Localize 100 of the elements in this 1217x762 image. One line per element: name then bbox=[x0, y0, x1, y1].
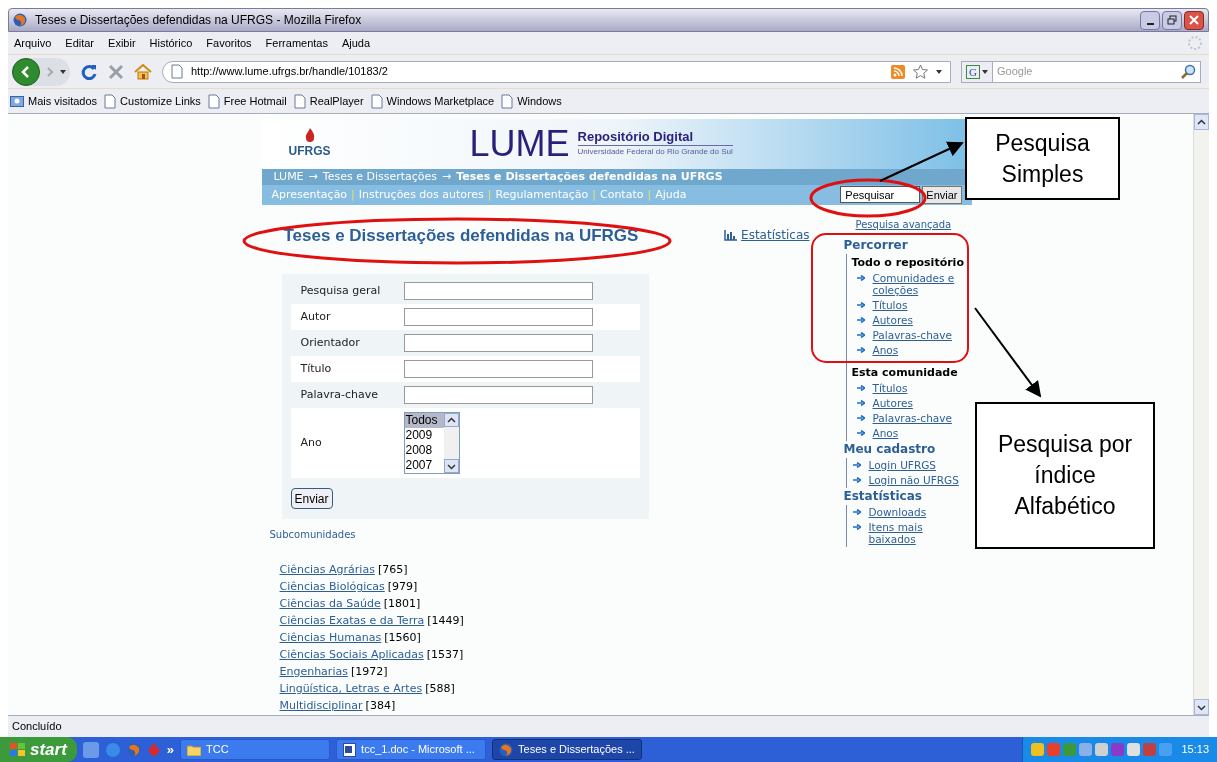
bookmark-link[interactable]: Mais visitados bbox=[28, 92, 98, 110]
bar-chart-icon bbox=[724, 229, 738, 241]
subcommunity-link[interactable]: Ciências Humanas bbox=[279, 630, 382, 647]
taskbar-button[interactable]: TCC bbox=[180, 739, 331, 760]
item-count: [384] bbox=[365, 698, 396, 715]
sidebar-link[interactable]: Autores bbox=[872, 312, 913, 328]
sidebar-link[interactable]: Títulos bbox=[872, 380, 908, 396]
list-option[interactable]: Todos bbox=[404, 413, 444, 428]
text-field[interactable] bbox=[403, 282, 593, 300]
page-icon bbox=[171, 64, 183, 79]
scrollbar[interactable] bbox=[443, 413, 459, 473]
caret-icon[interactable] bbox=[982, 69, 988, 74]
flame-icon bbox=[303, 127, 316, 142]
search-icon[interactable] bbox=[1181, 64, 1196, 79]
taskbar-button[interactable]: Teses e Dissertações ... bbox=[492, 739, 643, 760]
restore-button[interactable] bbox=[1162, 10, 1182, 30]
statistics-link[interactable]: Estatísticas bbox=[741, 226, 810, 245]
scrollbar[interactable] bbox=[1193, 114, 1209, 715]
search-submit-button[interactable]: Enviar bbox=[922, 185, 962, 204]
sidebar-link[interactable]: Autores bbox=[872, 395, 913, 411]
caret-icon[interactable] bbox=[936, 69, 942, 74]
year-listbox[interactable]: Todos 2009 2008 2007 bbox=[403, 412, 460, 474]
arrow-icon bbox=[852, 461, 861, 468]
star-icon[interactable] bbox=[913, 64, 928, 79]
text-field[interactable] bbox=[403, 386, 593, 404]
reload-icon[interactable] bbox=[80, 62, 98, 81]
sidebar-link[interactable]: Palavras-chave bbox=[872, 410, 952, 426]
item-count: [1449] bbox=[427, 613, 464, 630]
menu-item[interactable]: Ajuda bbox=[341, 34, 371, 52]
bookmark-link[interactable]: RealPlayer bbox=[309, 92, 364, 110]
back-button[interactable] bbox=[12, 57, 40, 86]
subcommunity-link[interactable]: Lingüística, Letras e Artes bbox=[279, 681, 423, 698]
menu-item[interactable]: Editar bbox=[65, 34, 95, 52]
sidebar-link[interactable]: Downloads bbox=[868, 504, 927, 520]
bookmark-link[interactable]: Windows bbox=[517, 92, 562, 110]
sidebar-heading: Percorrer bbox=[842, 236, 909, 254]
close-button[interactable] bbox=[1184, 10, 1204, 30]
menu-item[interactable]: Histórico bbox=[149, 34, 193, 52]
arrow-icon bbox=[852, 476, 861, 483]
sidebar-link[interactable]: Anos bbox=[872, 425, 899, 441]
arrow-icon bbox=[856, 316, 865, 323]
minimize-button[interactable] bbox=[1140, 10, 1160, 30]
search-box[interactable]: G Google bbox=[961, 60, 1201, 83]
subcommunity-link[interactable]: Ciências da Saúde bbox=[279, 596, 381, 613]
site-subtitle: Universidade Federal do Rio Grande do Sul bbox=[577, 146, 733, 159]
stop-icon[interactable] bbox=[108, 63, 124, 80]
address-bar[interactable]: http://www.lume.ufrgs.br/handle/10183/2 bbox=[162, 60, 951, 83]
submit-button[interactable]: Enviar bbox=[290, 488, 333, 509]
search-input[interactable]: Google bbox=[993, 63, 1181, 80]
tray-icon[interactable] bbox=[1127, 743, 1141, 756]
text-field[interactable] bbox=[403, 360, 593, 378]
subcommunity-link[interactable]: Multidisciplinar bbox=[279, 698, 363, 715]
sidebar-link[interactable]: Títulos bbox=[872, 297, 908, 313]
subcommunity-link[interactable]: Ciências Exatas e da Terra bbox=[279, 613, 425, 630]
menu-item[interactable]: Arquivo bbox=[14, 34, 52, 52]
subcommunity-link[interactable]: Engenharias bbox=[279, 664, 348, 681]
text-field[interactable] bbox=[403, 308, 593, 326]
caret-icon[interactable] bbox=[60, 69, 66, 74]
tray-icon[interactable] bbox=[1095, 743, 1109, 756]
bookmark-link[interactable]: Windows Marketplace bbox=[386, 92, 495, 110]
subcommunity-link[interactable]: Ciências Agrárias bbox=[279, 562, 375, 579]
menu-item[interactable]: Ferramentas bbox=[265, 34, 328, 52]
sidebar-link[interactable]: Anos bbox=[872, 342, 899, 358]
text-field[interactable] bbox=[403, 334, 593, 352]
tray-icon[interactable] bbox=[1031, 743, 1045, 756]
tray-icon[interactable] bbox=[1047, 743, 1061, 756]
menu-item[interactable]: Exibir bbox=[108, 34, 136, 52]
taskbar-button[interactable]: tcc_1.doc - Microsoft ... bbox=[336, 739, 487, 760]
page-icon bbox=[293, 93, 306, 109]
item-count: [979] bbox=[387, 579, 418, 596]
tray-icon[interactable] bbox=[1079, 743, 1093, 756]
arrow-icon bbox=[856, 384, 865, 391]
quick-launch-icon[interactable] bbox=[82, 741, 99, 758]
list-option[interactable]: 2008 bbox=[404, 443, 444, 458]
menu-item[interactable]: Favoritos bbox=[206, 34, 252, 52]
home-icon[interactable] bbox=[134, 63, 152, 80]
sidebar-link[interactable]: Itens mais baixados bbox=[868, 519, 972, 547]
sidebar-link[interactable]: Palavras-chave bbox=[872, 327, 952, 343]
lume-logo: LUME bbox=[469, 125, 570, 162]
bookmark-link[interactable]: Customize Links bbox=[120, 92, 201, 110]
field-label: Autor bbox=[300, 308, 332, 325]
sidebar-link[interactable]: Login não UFRGS bbox=[868, 472, 959, 488]
subcommunity-link[interactable]: Ciências Sociais Aplicadas bbox=[279, 647, 424, 664]
bookmark-link[interactable]: Free Hotmail bbox=[223, 92, 287, 110]
breadcrumb-separator: → bbox=[442, 168, 452, 185]
subcommunity-link[interactable]: Ciências Biológicas bbox=[279, 579, 385, 596]
sidebar-link[interactable]: Comunidades e coleções bbox=[872, 270, 972, 298]
quick-search-field[interactable]: Pesquisar bbox=[840, 186, 921, 204]
more-button[interactable]: » bbox=[166, 739, 175, 760]
sidebar-heading: Estatísticas bbox=[842, 487, 923, 505]
list-option[interactable]: 2009 bbox=[404, 428, 444, 443]
rss-icon[interactable] bbox=[891, 64, 905, 79]
list-option[interactable]: 2007 bbox=[404, 458, 444, 473]
tray-icon[interactable] bbox=[1111, 743, 1125, 756]
nav-separator: | bbox=[592, 186, 596, 203]
start-button[interactable]: start bbox=[0, 737, 77, 762]
advanced-search-link[interactable]: Pesquisa avançada bbox=[835, 216, 972, 232]
tray-icon[interactable] bbox=[1143, 743, 1157, 756]
sidebar-link[interactable]: Login UFRGS bbox=[868, 457, 936, 473]
field-label: Título bbox=[300, 360, 333, 377]
